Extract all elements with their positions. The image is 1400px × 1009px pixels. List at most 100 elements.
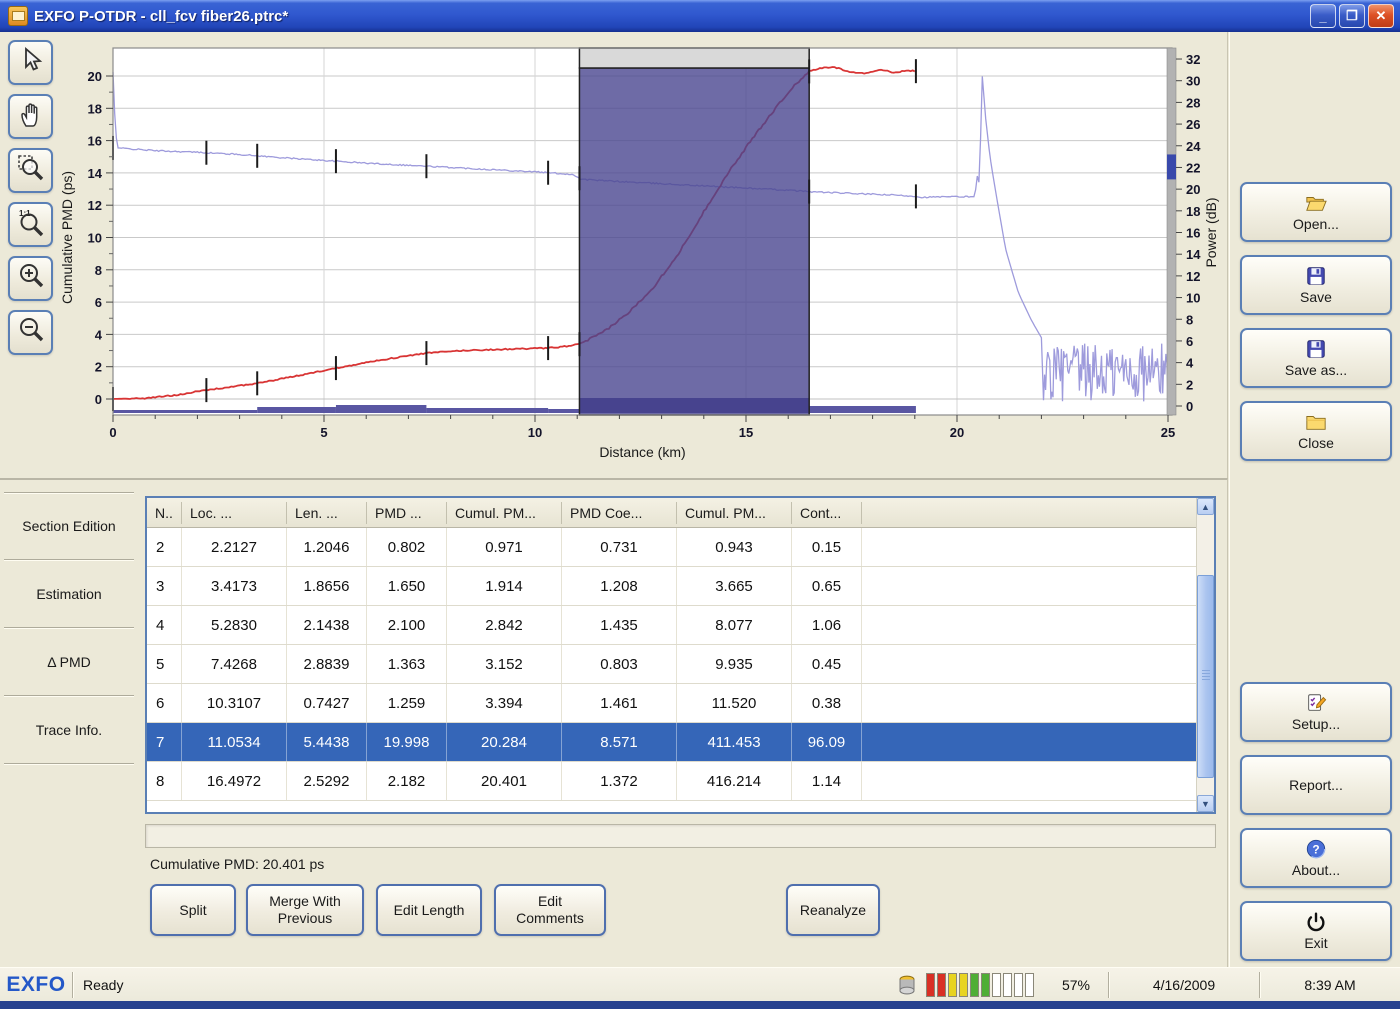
column-header[interactable]: PMD Coe... bbox=[562, 502, 677, 524]
right-axis-tick-label: 8 bbox=[1186, 312, 1193, 327]
tab-trace-info[interactable]: Trace Info. bbox=[4, 696, 134, 764]
zoom-region-tool-button[interactable] bbox=[8, 148, 53, 193]
restore-button[interactable]: ❐ bbox=[1339, 4, 1365, 28]
table-cell: 5 bbox=[147, 645, 182, 683]
table-row[interactable]: 45.28302.14382.1002.8421.4358.0771.06 bbox=[147, 606, 1214, 645]
table-cell: 20.284 bbox=[447, 723, 562, 761]
x-axis-tick-label: 0 bbox=[109, 425, 116, 440]
exit-button[interactable]: Exit bbox=[1240, 901, 1392, 961]
section-bar[interactable] bbox=[548, 409, 579, 413]
table-row[interactable]: 57.42682.88391.3633.1520.8039.9350.45 bbox=[147, 645, 1214, 684]
table-cell: 8.077 bbox=[677, 606, 792, 644]
tab-pmd[interactable]: Δ PMD bbox=[4, 628, 134, 696]
pan-tool-button[interactable] bbox=[8, 94, 53, 139]
button-label: Setup... bbox=[1292, 716, 1340, 732]
table-cell bbox=[862, 723, 1214, 761]
section-bar[interactable] bbox=[336, 405, 426, 413]
table-cell: 3 bbox=[147, 567, 182, 605]
select-tool-button[interactable] bbox=[8, 40, 53, 85]
section-bar[interactable] bbox=[426, 408, 548, 413]
battery-segment-red bbox=[937, 973, 946, 997]
scrollbar-thumb[interactable] bbox=[1197, 575, 1214, 778]
close-button[interactable]: ✕ bbox=[1368, 4, 1394, 28]
table-cell: 4 bbox=[147, 606, 182, 644]
split-button[interactable]: Split bbox=[150, 884, 236, 936]
table-cell: 1.208 bbox=[562, 567, 677, 605]
setup-icon bbox=[1305, 692, 1327, 714]
table-cell: 411.453 bbox=[677, 723, 792, 761]
zoom-in-tool-button[interactable] bbox=[8, 256, 53, 301]
right-axis-tick-label: 28 bbox=[1186, 95, 1200, 110]
table-cell: 0.45 bbox=[792, 645, 862, 683]
table-cell: 1.06 bbox=[792, 606, 862, 644]
table-cell bbox=[862, 567, 1214, 605]
table-scrollbar[interactable]: ▲ ▼ bbox=[1196, 498, 1214, 812]
column-header[interactable]: PMD ... bbox=[367, 502, 447, 524]
button-label: Save as... bbox=[1285, 362, 1347, 378]
table-cell: 0.971 bbox=[447, 528, 562, 566]
section-bar[interactable] bbox=[809, 406, 916, 413]
selection-region-handle[interactable] bbox=[579, 48, 809, 68]
selection-region[interactable] bbox=[579, 68, 809, 415]
tab-section-edition[interactable]: Section Edition bbox=[4, 492, 134, 560]
zoom-in-icon bbox=[16, 261, 46, 296]
table-row[interactable]: 816.49722.52922.18220.4011.372416.2141.1… bbox=[147, 762, 1214, 801]
merge-with-previous-button[interactable]: Merge With Previous bbox=[246, 884, 364, 936]
table-cell: 7.4268 bbox=[182, 645, 287, 683]
about-button[interactable]: ?About... bbox=[1240, 828, 1392, 888]
minimize-button[interactable]: _ bbox=[1310, 4, 1336, 28]
open-button[interactable]: Open... bbox=[1240, 182, 1392, 242]
zoom-out-icon bbox=[16, 315, 46, 350]
zoom-region-icon bbox=[16, 153, 46, 188]
pan-icon bbox=[16, 99, 46, 134]
save-as-button[interactable]: Save as... bbox=[1240, 328, 1392, 388]
right-axis-tick-label: 32 bbox=[1186, 52, 1200, 67]
power-offset-thumb[interactable] bbox=[1167, 154, 1176, 179]
section-bar[interactable] bbox=[257, 407, 336, 413]
right-axis-tick-label: 24 bbox=[1186, 139, 1201, 154]
table-row[interactable]: 33.41731.86561.6501.9141.2083.6650.65 bbox=[147, 567, 1214, 606]
scroll-down-arrow-icon[interactable]: ▼ bbox=[1197, 795, 1214, 812]
column-header[interactable]: Cumul. PM... bbox=[677, 502, 792, 524]
table-row[interactable]: 610.31070.74271.2593.3941.46111.5200.38 bbox=[147, 684, 1214, 723]
right-axis-tick-label: 2 bbox=[1186, 377, 1193, 392]
table-cell: 0.802 bbox=[367, 528, 447, 566]
left-axis-tick-label: 10 bbox=[88, 231, 102, 246]
exit-icon bbox=[1305, 911, 1327, 933]
left-axis-tick-label: 16 bbox=[88, 134, 102, 149]
right-axis-tick-label: 10 bbox=[1186, 291, 1200, 306]
setup-button[interactable]: Setup... bbox=[1240, 682, 1392, 742]
power-offset-track bbox=[1167, 48, 1176, 415]
save-button[interactable]: Save bbox=[1240, 255, 1392, 315]
edit-comments-button[interactable]: Edit Comments bbox=[494, 884, 606, 936]
column-header[interactable]: Len. ... bbox=[287, 502, 367, 524]
table-row[interactable]: 22.21271.20460.8020.9710.7310.9430.15 bbox=[147, 528, 1214, 567]
report-button[interactable]: Report... bbox=[1240, 755, 1392, 815]
reanalyze-button[interactable]: Reanalyze bbox=[786, 884, 880, 936]
exfo-logo: EXFO bbox=[0, 973, 72, 997]
tab-estimation[interactable]: Estimation bbox=[4, 560, 134, 628]
column-header[interactable]: Cumul. PM... bbox=[447, 502, 562, 524]
zoom-out-tool-button[interactable] bbox=[8, 310, 53, 355]
scroll-up-arrow-icon[interactable]: ▲ bbox=[1197, 498, 1214, 515]
right-axis-tick-label: 14 bbox=[1186, 247, 1201, 262]
section-bar[interactable] bbox=[113, 410, 257, 413]
column-header[interactable]: Cont... bbox=[792, 502, 862, 524]
column-header[interactable]: N.. bbox=[147, 502, 182, 524]
zoom-1to1-tool-button[interactable]: 1:1 bbox=[8, 202, 53, 247]
edit-length-button[interactable]: Edit Length bbox=[376, 884, 482, 936]
left-axis-tick-label: 18 bbox=[88, 101, 102, 116]
table-cell: 11.520 bbox=[677, 684, 792, 722]
close-button[interactable]: Close bbox=[1240, 401, 1392, 461]
column-header[interactable] bbox=[862, 502, 1214, 524]
table-row[interactable]: 711.05345.443819.99820.2848.571411.45396… bbox=[147, 723, 1214, 762]
app-icon bbox=[8, 6, 28, 26]
table-body: 22.21271.20460.8020.9710.7310.9430.1533.… bbox=[147, 528, 1214, 801]
battery-segment-empty bbox=[1014, 973, 1023, 997]
progress-strip bbox=[145, 824, 1216, 848]
battery-segment-green bbox=[981, 973, 990, 997]
right-axis-tick-label: 16 bbox=[1186, 226, 1200, 241]
battery-segment-empty bbox=[1003, 973, 1012, 997]
column-header[interactable]: Loc. ... bbox=[182, 502, 287, 524]
x-axis-tick-label: 25 bbox=[1161, 425, 1175, 440]
